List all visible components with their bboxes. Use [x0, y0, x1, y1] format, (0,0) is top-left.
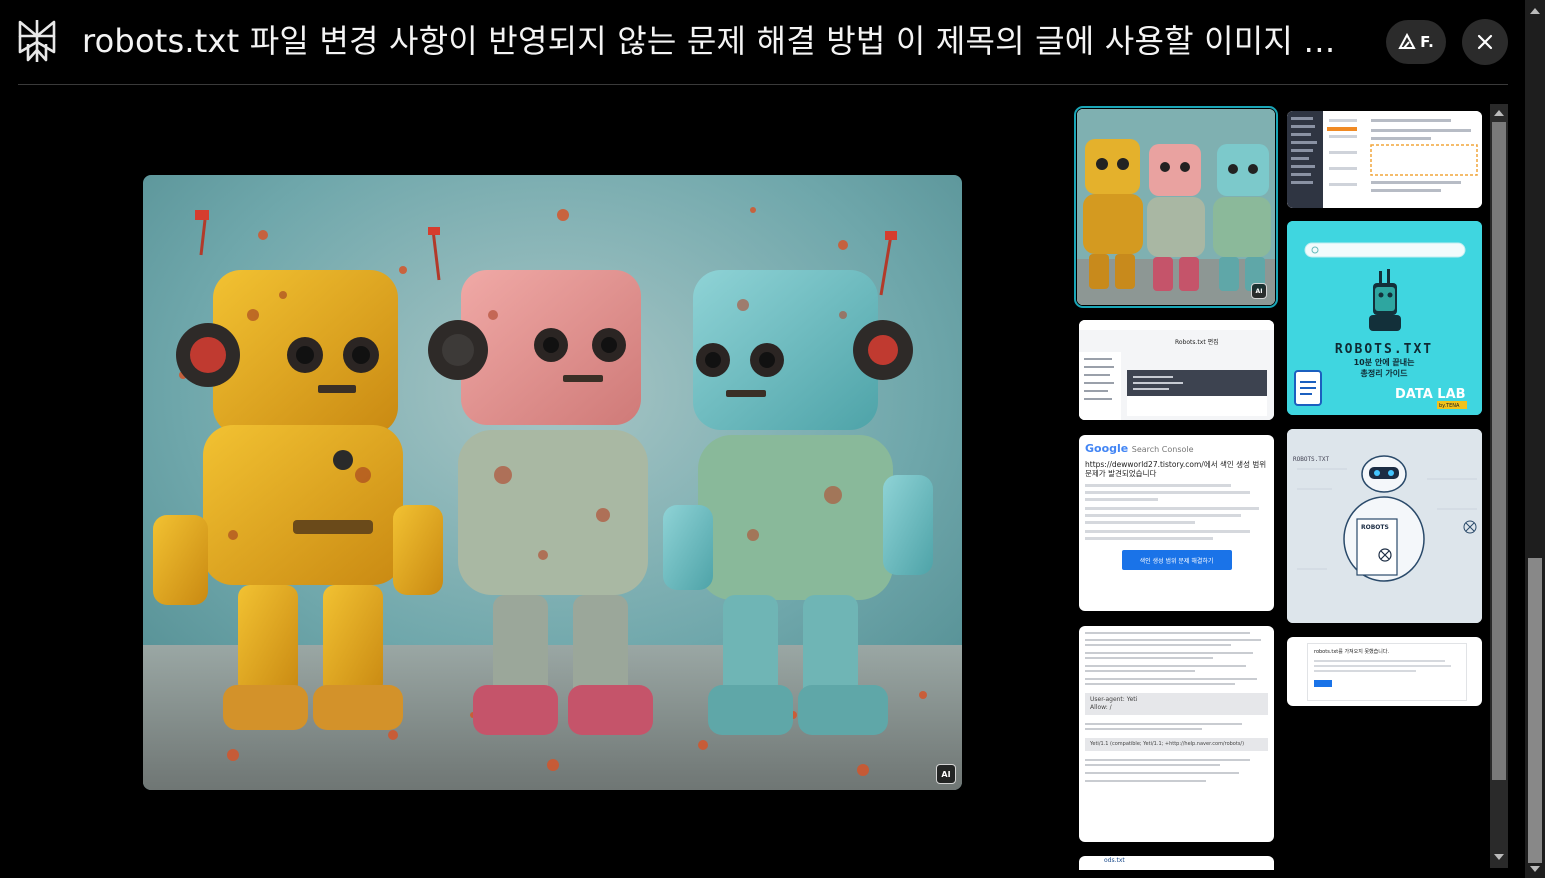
- scroll-up-icon[interactable]: [1494, 110, 1504, 116]
- thumb-illus-doc: ROBOTS: [1361, 524, 1389, 531]
- fix-coverage-button[interactable]: 색인 생성 범위 문제 해결하기: [1121, 550, 1232, 570]
- page-scrollbar[interactable]: [1525, 0, 1545, 878]
- code-line-user-agent: User-agent: Yeti: [1090, 696, 1138, 703]
- popup-title: robots.txt를 가져오지 못했습니다.: [1314, 649, 1390, 655]
- perplexity-logo-icon[interactable]: [16, 18, 58, 64]
- page-scroll-up-icon[interactable]: [1530, 8, 1540, 14]
- header-divider: [18, 84, 1508, 85]
- close-button[interactable]: [1462, 19, 1508, 65]
- viewer-header: robots.txt 파일 변경 사항이 반영되지 않는 문제 해결 방법 이 …: [0, 0, 1525, 86]
- thumb-guide-sub1: 10분 안에 끝내는: [1354, 357, 1416, 367]
- thumbnail-robots-edit-dialog[interactable]: Robots.txt 편집: [1079, 320, 1274, 420]
- popup-confirm-button[interactable]: [1314, 680, 1332, 687]
- code-line-yeti: Yeti/1.1 (compatible; Yeti/1.1; +http://…: [1090, 741, 1245, 747]
- thumb-guide-brand: DATA LAB: [1395, 387, 1466, 402]
- google-logo-text: Google: [1085, 442, 1129, 455]
- scroll-down-icon[interactable]: [1494, 854, 1504, 860]
- thumbnail-robot-illustration[interactable]: ROBOTS.TXT ROBOTS: [1287, 429, 1482, 623]
- gallery-scrollbar-thumb[interactable]: [1492, 122, 1506, 780]
- email-heading: https://dewworld27.tistory.com/에서 색인 생성 …: [1085, 460, 1267, 478]
- page-scroll-down-icon[interactable]: [1530, 866, 1540, 872]
- model-icon: [1398, 33, 1416, 49]
- thumbnail-robots-guide[interactable]: ROBOTS.TXT 10분 안에 끝내는 총정리 가이드 DATA LAB b…: [1287, 221, 1482, 415]
- code-line-allow: Allow: /: [1090, 704, 1112, 711]
- ai-generated-badge: AI: [1251, 283, 1267, 299]
- model-pill-button[interactable]: F.: [1386, 20, 1446, 64]
- thumb-guide-title: ROBOTS.TXT: [1335, 342, 1433, 357]
- thumb-dialog-title: Robots.txt 편집: [1175, 338, 1219, 346]
- thumbnail-search-console-settings[interactable]: [1287, 111, 1482, 208]
- page-title: robots.txt 파일 변경 사항이 반영되지 않는 문제 해결 방법 이 …: [82, 22, 1352, 60]
- ai-generated-badge: AI: [936, 764, 956, 784]
- model-pill-label: F.: [1420, 33, 1434, 51]
- page-scrollbar-thumb[interactable]: [1528, 558, 1542, 863]
- close-icon: [1477, 34, 1493, 50]
- thumbnail-robots-photo[interactable]: AI: [1074, 106, 1278, 308]
- thumbnail-partial[interactable]: ods.txt: [1079, 856, 1274, 870]
- thumbnail-search-console-email[interactable]: Google Search Console https://dewworld27…: [1079, 435, 1274, 611]
- thumb-guide-sub2: 총정리 가이드: [1361, 368, 1409, 378]
- thumbnail-robots-popup[interactable]: robots.txt를 가져오지 못했습니다.: [1287, 637, 1482, 706]
- thumbnail-article-text[interactable]: User-agent: Yeti Allow: / Yeti/1.1 (comp…: [1079, 626, 1274, 842]
- search-console-label: Search Console: [1131, 445, 1194, 454]
- main-image: AI: [143, 175, 962, 790]
- gallery-scrollbar[interactable]: [1490, 104, 1508, 868]
- thumb-illus-label: ROBOTS.TXT: [1293, 456, 1330, 463]
- partial-thumb-label: ods.txt: [1104, 857, 1125, 864]
- svg-text:by.TENA: by.TENA: [1439, 403, 1460, 409]
